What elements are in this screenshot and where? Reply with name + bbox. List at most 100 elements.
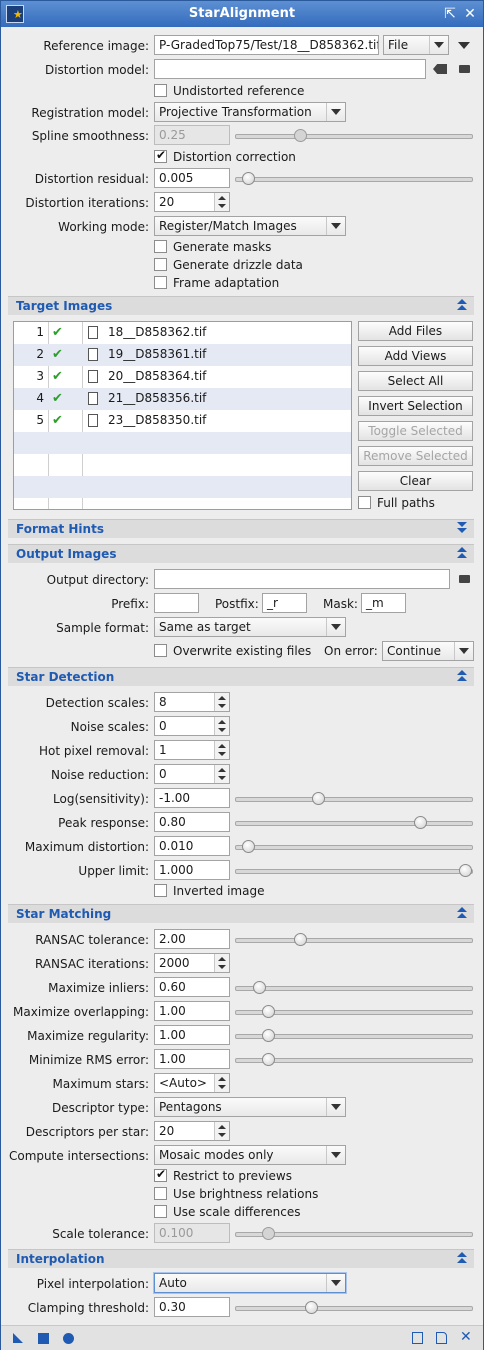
invert-selection-button[interactable]: Invert Selection	[358, 396, 473, 416]
clamping-slider[interactable]	[235, 1300, 473, 1314]
add-views-button[interactable]: Add Views	[358, 346, 473, 366]
documentation-icon[interactable]	[412, 1332, 423, 1344]
reference-image-input[interactable]: P-GradedTop75/Test/18__D858362.tif	[154, 35, 379, 55]
descriptors-per-star-spinbox[interactable]: 20	[154, 1121, 230, 1141]
slider-knob[interactable]	[262, 1053, 276, 1066]
pixel-interpolation-select[interactable]: Auto	[154, 1273, 346, 1293]
compute-intersections-select[interactable]: Mosaic modes only	[154, 1145, 346, 1165]
checkmark-icon[interactable]: ✔	[52, 413, 63, 428]
slider-knob[interactable]	[241, 172, 255, 185]
min-rms-input[interactable]: 1.00	[154, 1049, 230, 1069]
max-distortion-input[interactable]: 0.010	[154, 836, 230, 856]
checkmark-icon[interactable]: ✔	[52, 369, 63, 384]
dropdown-menu-icon[interactable]	[458, 42, 470, 49]
spin-arrows-icon[interactable]	[214, 954, 229, 972]
clear-field-icon[interactable]	[433, 64, 447, 74]
add-files-button[interactable]: Add Files	[358, 321, 473, 341]
slider-knob[interactable]	[305, 1301, 319, 1314]
slider-knob[interactable]	[253, 981, 267, 994]
ransac-iterations-spinbox[interactable]: 2000	[154, 953, 230, 973]
max-regularity-input[interactable]: 1.00	[154, 1025, 230, 1045]
select-all-button[interactable]: Select All	[358, 371, 473, 391]
min-rms-slider[interactable]	[235, 1052, 473, 1066]
descriptor-type-select[interactable]: Pentagons	[154, 1097, 346, 1117]
working-mode-select[interactable]: Register/Match Images	[154, 216, 346, 236]
noise-reduction-spinbox[interactable]: 0	[154, 764, 230, 784]
prefix-input[interactable]	[154, 593, 199, 613]
max-overlapping-slider[interactable]	[235, 1004, 473, 1018]
collapse-icon[interactable]	[456, 907, 468, 919]
slider-knob[interactable]	[241, 840, 255, 853]
output-images-section-header[interactable]: Output Images	[8, 544, 474, 563]
remove-selected-button[interactable]: Remove Selected	[358, 446, 473, 466]
distortion-residual-slider[interactable]	[235, 171, 473, 185]
mask-input[interactable]: _m	[361, 593, 406, 613]
checkmark-icon[interactable]: ✔	[52, 347, 63, 362]
spin-arrows-icon[interactable]	[214, 1122, 229, 1140]
target-images-section-header[interactable]: Target Images	[8, 296, 474, 315]
slider-knob[interactable]	[262, 1029, 276, 1042]
upper-limit-input[interactable]: 1.000	[154, 860, 230, 880]
slider-knob[interactable]	[262, 1005, 276, 1018]
clamping-input[interactable]: 0.30	[154, 1297, 230, 1317]
slider-knob[interactable]	[458, 864, 472, 877]
shade-icon[interactable]: ⇱	[441, 5, 459, 23]
hot-pixel-spinbox[interactable]: 1	[154, 740, 230, 760]
distortion-model-input[interactable]	[154, 59, 426, 79]
spin-arrows-icon[interactable]	[214, 717, 229, 735]
log-sensitivity-input[interactable]: -1.00	[154, 788, 230, 808]
close-icon[interactable]: ✕	[461, 5, 479, 23]
format-hints-section-header[interactable]: Format Hints	[8, 519, 474, 538]
max-inliers-slider[interactable]	[235, 980, 473, 994]
collapse-icon[interactable]	[456, 1252, 468, 1264]
peak-response-slider[interactable]	[235, 815, 473, 829]
detection-scales-spinbox[interactable]: 8	[154, 692, 230, 712]
ransac-tolerance-slider[interactable]	[235, 932, 473, 946]
slider-knob[interactable]	[311, 792, 325, 805]
noise-scales-spinbox[interactable]: 0	[154, 716, 230, 736]
log-sensitivity-slider[interactable]	[235, 791, 473, 805]
spin-arrows-icon[interactable]	[214, 1074, 229, 1092]
max-stars-spinbox[interactable]: <Auto>	[154, 1073, 230, 1093]
distortion-residual-input[interactable]: 0.005	[154, 168, 230, 188]
max-overlapping-input[interactable]: 1.00	[154, 1001, 230, 1021]
list-item[interactable]: 2 ✔ 19__D858361.tif	[14, 344, 351, 366]
sample-format-select[interactable]: Same as target	[154, 617, 346, 637]
registration-model-select[interactable]: Projective Transformation	[154, 102, 346, 122]
list-item[interactable]: 5 ✔ 23__D858350.tif	[14, 410, 351, 432]
list-item[interactable]: 3 ✔ 20__D858364.tif	[14, 366, 351, 388]
distortion-iterations-spinbox[interactable]: 20	[154, 192, 230, 212]
target-images-list[interactable]: 1 ✔ 18__D858362.tif 2 ✔ 19__D858361.tif …	[13, 321, 352, 510]
slider-knob[interactable]	[413, 816, 427, 829]
checkmark-icon[interactable]: ✔	[52, 391, 63, 406]
interpolation-section-header[interactable]: Interpolation	[8, 1249, 474, 1268]
spin-arrows-icon[interactable]	[214, 741, 229, 759]
star-matching-section-header[interactable]: Star Matching	[8, 904, 474, 923]
toggle-selected-button[interactable]: Toggle Selected	[358, 421, 473, 441]
reference-source-select[interactable]: File	[383, 35, 449, 55]
spin-arrows-icon[interactable]	[214, 765, 229, 783]
list-item[interactable]: 1 ✔ 18__D858362.tif	[14, 322, 351, 344]
reset-icon[interactable]: ✕	[460, 1330, 472, 1344]
max-inliers-input[interactable]: 0.60	[154, 977, 230, 997]
slider-knob[interactable]	[293, 933, 307, 946]
collapse-icon[interactable]	[456, 299, 468, 311]
collapse-icon[interactable]	[456, 670, 468, 682]
checkmark-icon[interactable]: ✔	[52, 325, 63, 340]
clear-button[interactable]: Clear	[358, 471, 473, 491]
spin-arrows-icon[interactable]	[214, 193, 229, 211]
peak-response-input[interactable]: 0.80	[154, 812, 230, 832]
folder-icon[interactable]	[459, 575, 470, 583]
max-regularity-slider[interactable]	[235, 1028, 473, 1042]
script-icon[interactable]	[436, 1332, 447, 1344]
postfix-input[interactable]: _r	[262, 593, 307, 613]
list-item[interactable]: 4 ✔ 21__D858356.tif	[14, 388, 351, 410]
collapse-icon[interactable]	[456, 547, 468, 559]
star-detection-section-header[interactable]: Star Detection	[8, 667, 474, 686]
apply-global-icon[interactable]	[38, 1333, 49, 1344]
ransac-tolerance-input[interactable]: 2.00	[154, 929, 230, 949]
upper-limit-slider[interactable]	[235, 863, 473, 877]
apply-icon[interactable]	[63, 1333, 74, 1344]
output-directory-input[interactable]	[154, 569, 450, 589]
on-error-select[interactable]: Continue	[382, 641, 474, 661]
